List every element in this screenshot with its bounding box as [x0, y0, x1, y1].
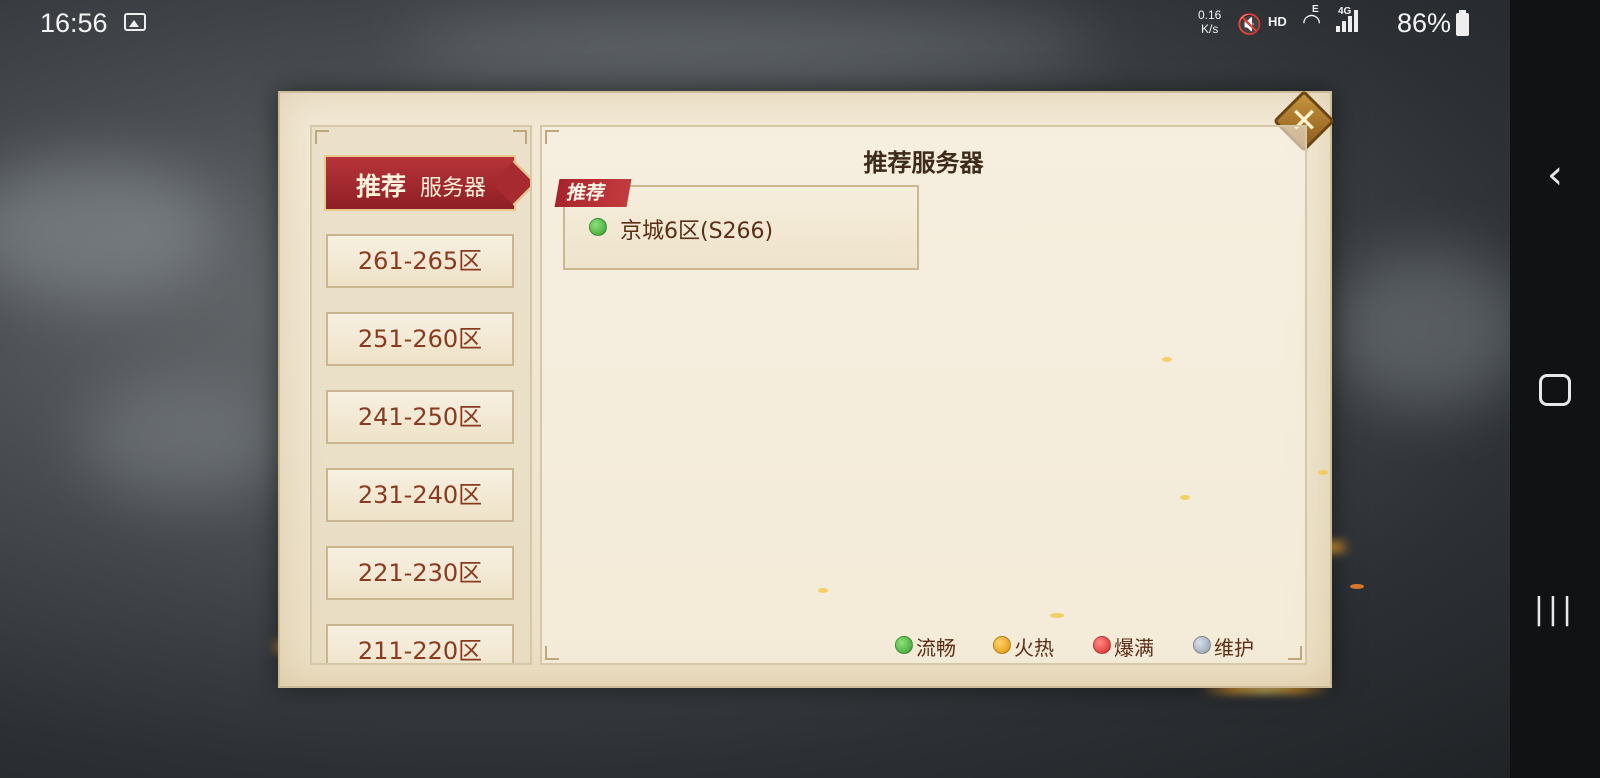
- tab-recommended-servers[interactable]: 推荐 服务器: [324, 155, 516, 211]
- server-name: 京城6区(S266): [620, 219, 774, 244]
- tab-server-range[interactable]: 261-265区: [326, 234, 514, 288]
- corner-ornament: [315, 130, 329, 144]
- legend-maintenance: 维护: [1214, 636, 1254, 660]
- corner-ornament: [1288, 646, 1302, 660]
- decorative-sparkle: [1162, 357, 1172, 362]
- status-full-icon: [1093, 636, 1111, 654]
- decorative-sparkle: [1350, 584, 1364, 589]
- signal-letter: E: [1312, 4, 1319, 15]
- server-status-dot-icon: [589, 218, 607, 236]
- network-speed-unit: K/s: [1201, 22, 1219, 36]
- status-bar: 16:56 0.16 K/s 🔇 HD ◠ E 4G 86%: [0, 0, 1510, 50]
- hd-voice-label: HD: [1268, 14, 1287, 29]
- server-range-list[interactable]: 推荐 服务器 261-265区 251-260区 241-250区 231-24…: [310, 125, 532, 665]
- status-smooth-icon: [895, 636, 913, 654]
- tab-server-range[interactable]: 221-230区: [326, 546, 514, 600]
- legend-smooth: 流畅: [916, 636, 956, 660]
- background-fog: [80, 380, 280, 500]
- decorative-sparkle: [1318, 470, 1328, 475]
- recommended-badge: 推荐: [554, 179, 632, 207]
- legend-hot: 火热: [1014, 636, 1054, 660]
- network-speed: 0.16 K/s: [1198, 8, 1221, 36]
- recent-apps-button[interactable]: |||: [1510, 592, 1600, 627]
- corner-ornament: [513, 130, 527, 144]
- status-hot-icon: [993, 636, 1011, 654]
- corner-ornament: [545, 130, 559, 144]
- clock: 16:56: [40, 8, 108, 38]
- tab-server-range[interactable]: 211-220区: [326, 624, 514, 663]
- network-speed-value: 0.16: [1198, 8, 1222, 22]
- corner-ornament: [545, 646, 559, 660]
- legend-full: 爆满: [1114, 636, 1154, 660]
- decorative-sparkle: [1050, 613, 1064, 618]
- decorative-sparkle: [1180, 495, 1190, 500]
- home-button[interactable]: [1510, 374, 1600, 406]
- gallery-notification-icon: [124, 13, 146, 31]
- mute-icon: 🔇: [1237, 12, 1262, 36]
- tab-recommended-label: 服务器: [420, 176, 487, 201]
- signal-strength-icon: [1336, 8, 1362, 32]
- tab-server-range[interactable]: 231-240区: [326, 468, 514, 522]
- tab-server-range[interactable]: 241-250区: [326, 390, 514, 444]
- background-fog: [1330, 250, 1530, 410]
- page-title: 推荐服务器: [863, 149, 984, 177]
- back-button[interactable]: ‹: [1510, 152, 1600, 198]
- tab-server-range[interactable]: 251-260区: [326, 312, 514, 366]
- tab-recommended-bold-label: 推荐: [356, 172, 407, 201]
- status-maintenance-icon: [1193, 636, 1211, 654]
- decorative-sparkle: [818, 588, 828, 593]
- background-fog: [0, 160, 220, 300]
- navigation-bar: ‹ |||: [1510, 0, 1600, 778]
- battery-icon: [1456, 10, 1469, 36]
- home-icon: [1539, 374, 1571, 406]
- battery-percent: 86%: [1397, 8, 1452, 38]
